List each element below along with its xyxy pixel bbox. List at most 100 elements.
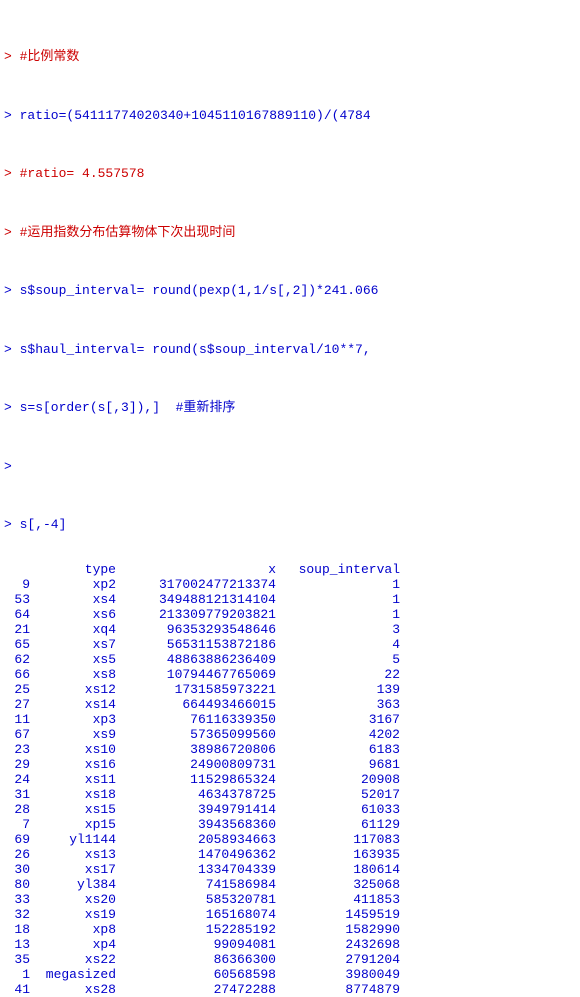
cell-index: 80 [4, 877, 34, 892]
cell-x: 349488121314104 [124, 592, 284, 607]
cell-index: 67 [4, 727, 34, 742]
cell-index: 53 [4, 592, 34, 607]
cell-soup-interval: 6183 [284, 742, 404, 757]
cell-type: xp3 [34, 712, 124, 727]
header-soup-interval: soup_interval [284, 562, 404, 577]
table-row: 80 yl384 741586984 325068 [4, 877, 404, 892]
header-index [4, 562, 34, 577]
cell-index: 30 [4, 862, 34, 877]
cell-x: 3943568360 [124, 817, 284, 832]
cell-x: 96353293548646 [124, 622, 284, 637]
cell-x: 24900809731 [124, 757, 284, 772]
table-row: 18 xp8 152285192 1582990 [4, 922, 404, 937]
line-6: > s$haul_interval= round(s$soup_interval… [4, 340, 576, 360]
cell-type: xs6 [34, 607, 124, 622]
cell-index: 25 [4, 682, 34, 697]
cell-x: 2058934663 [124, 832, 284, 847]
cell-type: xs4 [34, 592, 124, 607]
cell-soup-interval: 139 [284, 682, 404, 697]
cell-x: 57365099560 [124, 727, 284, 742]
table-row: 9 xp2 317002477213374 1 [4, 577, 404, 592]
cell-index: 33 [4, 892, 34, 907]
cell-type: xp8 [34, 922, 124, 937]
cell-index: 11 [4, 712, 34, 727]
cell-soup-interval: 117083 [284, 832, 404, 847]
cell-x: 317002477213374 [124, 577, 284, 592]
cell-soup-interval: 411853 [284, 892, 404, 907]
cell-index: 31 [4, 787, 34, 802]
table-row: 27 xs14 664493466015 363 [4, 697, 404, 712]
cell-index: 24 [4, 772, 34, 787]
cell-index: 18 [4, 922, 34, 937]
table-row: 31 xs18 4634378725 52017 [4, 787, 404, 802]
cell-x: 4634378725 [124, 787, 284, 802]
table-row: 69 yl1144 2058934663 117083 [4, 832, 404, 847]
cell-type: xq4 [34, 622, 124, 637]
cell-index: 13 [4, 937, 34, 952]
cell-type: xs8 [34, 667, 124, 682]
cell-index: 64 [4, 607, 34, 622]
cell-soup-interval: 9681 [284, 757, 404, 772]
cell-soup-interval: 5 [284, 652, 404, 667]
line-3: > #ratio= 4.557578 [4, 164, 576, 184]
cell-x: 38986720806 [124, 742, 284, 757]
table-row: 33 xs20 585320781 411853 [4, 892, 404, 907]
cell-type: xs20 [34, 892, 124, 907]
line-2: > ratio=(54111774020340+1045110167889110… [4, 106, 576, 126]
cell-x: 56531153872186 [124, 637, 284, 652]
line-7: > s=s[order(s[,3]),] #重新排序 [4, 398, 576, 418]
cell-type: xs12 [34, 682, 124, 697]
cell-type: xp4 [34, 937, 124, 952]
cell-index: 62 [4, 652, 34, 667]
cell-type: xs18 [34, 787, 124, 802]
cell-soup-interval: 61129 [284, 817, 404, 832]
cell-x: 1334704339 [124, 862, 284, 877]
cell-type: xp15 [34, 817, 124, 832]
cell-soup-interval: 8774879 [284, 982, 404, 997]
cell-type: xs17 [34, 862, 124, 877]
cell-type: megasized [34, 967, 124, 982]
cell-index: 41 [4, 982, 34, 997]
cell-soup-interval: 3 [284, 622, 404, 637]
cell-index: 65 [4, 637, 34, 652]
line-5: > s$soup_interval= round(pexp(1,1/s[,2])… [4, 281, 576, 301]
table-row: 1 megasized 60568598 3980049 [4, 967, 404, 982]
cell-type: xs9 [34, 727, 124, 742]
table-row: 13 xp4 99094081 2432698 [4, 937, 404, 952]
table-row: 65 xs7 56531153872186 4 [4, 637, 404, 652]
table-row: 35 xs22 86366300 2791204 [4, 952, 404, 967]
cell-x: 48863886236409 [124, 652, 284, 667]
cell-type: xs14 [34, 697, 124, 712]
table-row: 24 xs11 11529865324 20908 [4, 772, 404, 787]
cell-x: 664493466015 [124, 697, 284, 712]
cell-index: 69 [4, 832, 34, 847]
cell-soup-interval: 163935 [284, 847, 404, 862]
cell-index: 27 [4, 697, 34, 712]
cell-x: 3949791414 [124, 802, 284, 817]
cell-soup-interval: 325068 [284, 877, 404, 892]
cell-x: 86366300 [124, 952, 284, 967]
table-row: 28 xs15 3949791414 61033 [4, 802, 404, 817]
cell-index: 1 [4, 967, 34, 982]
cell-soup-interval: 2791204 [284, 952, 404, 967]
cell-x: 1731585973221 [124, 682, 284, 697]
data-table: type x soup_interval 9 xp2 3170024772133… [0, 562, 580, 997]
cell-index: 26 [4, 847, 34, 862]
cell-index: 7 [4, 817, 34, 832]
table-row: 25 xs12 1731585973221 139 [4, 682, 404, 697]
cell-soup-interval: 4 [284, 637, 404, 652]
table-row: 26 xs13 1470496362 163935 [4, 847, 404, 862]
cell-type: xp2 [34, 577, 124, 592]
cell-x: 741586984 [124, 877, 284, 892]
cell-x: 1470496362 [124, 847, 284, 862]
table-row: 64 xs6 213309779203821 1 [4, 607, 404, 622]
cell-type: yl384 [34, 877, 124, 892]
cell-soup-interval: 1 [284, 577, 404, 592]
table-row: 32 xs19 165168074 1459519 [4, 907, 404, 922]
cell-soup-interval: 1 [284, 607, 404, 622]
console: > #比例常数 > ratio=(54111774020340+10451101… [0, 0, 580, 562]
cell-soup-interval: 52017 [284, 787, 404, 802]
cell-x: 11529865324 [124, 772, 284, 787]
cell-soup-interval: 180614 [284, 862, 404, 877]
line-9: > s[,-4] [4, 515, 576, 535]
